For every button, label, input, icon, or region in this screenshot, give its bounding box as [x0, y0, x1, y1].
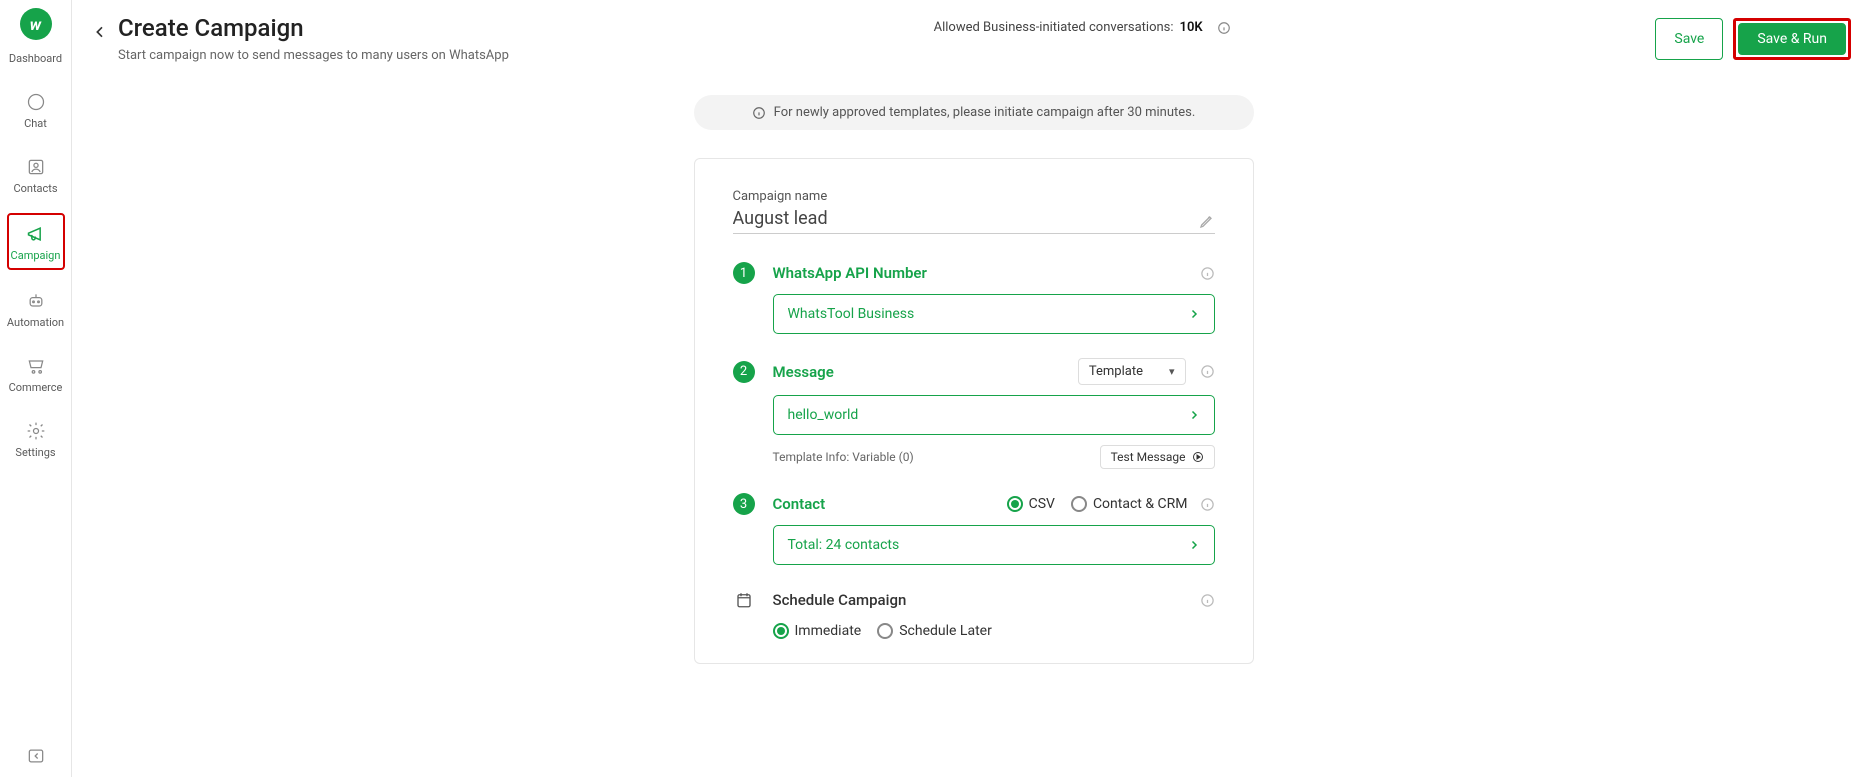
step-number-1: 1	[733, 262, 755, 284]
sidebar-item-settings[interactable]: Settings	[7, 412, 65, 465]
collapse-icon	[25, 745, 47, 767]
contact-source-crm-radio[interactable]: Contact & CRM	[1071, 496, 1188, 512]
sidebar-item-chat[interactable]: Chat	[7, 83, 65, 136]
template-info-text: Template Info: Variable (0)	[773, 450, 914, 464]
chat-icon	[25, 91, 47, 113]
sidebar-item-campaign[interactable]: Campaign	[7, 213, 65, 270]
sidebar-item-dashboard[interactable]: Dashboard	[7, 44, 65, 71]
page-subtitle: Start campaign now to send messages to m…	[118, 48, 509, 63]
info-icon[interactable]	[1200, 266, 1215, 281]
sidebar-item-contacts[interactable]: Contacts	[7, 148, 65, 201]
info-icon[interactable]	[1200, 497, 1215, 512]
contacts-icon	[25, 156, 47, 178]
sidebar-item-automation[interactable]: Automation	[7, 282, 65, 335]
save-run-highlight: Save & Run	[1733, 18, 1851, 60]
campaign-name-input[interactable]	[733, 204, 1199, 229]
back-button[interactable]	[86, 18, 114, 46]
step-number-3: 3	[733, 493, 755, 515]
save-button[interactable]: Save	[1655, 18, 1723, 60]
pencil-icon[interactable]	[1199, 213, 1215, 229]
sidebar-item-label: Chat	[24, 117, 47, 130]
contact-source-csv-radio[interactable]: CSV	[1007, 496, 1055, 512]
step-number-2: 2	[733, 361, 755, 383]
calendar-icon	[733, 589, 755, 611]
info-icon[interactable]	[1217, 21, 1231, 35]
info-icon	[752, 106, 766, 120]
app-logo: w	[20, 8, 52, 40]
info-banner: For newly approved templates, please ini…	[694, 95, 1254, 130]
sidebar-item-collapse[interactable]	[7, 737, 65, 777]
megaphone-icon	[25, 223, 47, 245]
chevron-right-icon	[1188, 539, 1200, 551]
schedule-immediate-radio[interactable]: Immediate	[773, 623, 862, 639]
info-icon[interactable]	[1200, 593, 1215, 608]
schedule-later-radio[interactable]: Schedule Later	[877, 623, 992, 639]
allowed-conversations-text: Allowed Business-initiated conversations…	[934, 20, 1231, 35]
save-run-button[interactable]: Save & Run	[1738, 23, 1846, 55]
cart-icon	[25, 355, 47, 377]
chevron-down-icon: ▾	[1169, 365, 1175, 378]
chevron-right-icon	[1188, 409, 1200, 421]
gear-icon	[25, 420, 47, 442]
template-select[interactable]: hello_world	[773, 395, 1215, 435]
page-title: Create Campaign	[118, 14, 509, 42]
sidebar-item-label: Commerce	[9, 381, 63, 394]
test-message-button[interactable]: Test Message	[1100, 445, 1215, 469]
robot-icon	[25, 290, 47, 312]
topbar: Create Campaign Start campaign now to se…	[72, 0, 1875, 63]
info-icon[interactable]	[1200, 364, 1215, 379]
play-icon	[1192, 451, 1204, 463]
step-2-title: Message	[773, 363, 1078, 381]
campaign-form-card: Campaign name 1 WhatsApp API Number	[694, 158, 1254, 664]
sidebar-item-label: Automation	[7, 316, 64, 329]
campaign-name-label: Campaign name	[733, 189, 1215, 204]
step-1-title: WhatsApp API Number	[773, 264, 1192, 282]
sidebar-item-label: Campaign	[11, 249, 61, 262]
chevron-right-icon	[1188, 308, 1200, 320]
whatsapp-number-select[interactable]: WhatsTool Business	[773, 294, 1215, 334]
sidebar-item-label: Dashboard	[9, 52, 62, 65]
contacts-select[interactable]: Total: 24 contacts	[773, 525, 1215, 565]
message-type-dropdown[interactable]: Template ▾	[1078, 358, 1186, 385]
schedule-title: Schedule Campaign	[773, 591, 1192, 609]
sidebar-item-label: Settings	[15, 446, 55, 459]
sidebar-item-label: Contacts	[13, 182, 57, 195]
sidebar: w Dashboard Chat Contacts Campaign	[0, 0, 72, 777]
sidebar-item-commerce[interactable]: Commerce	[7, 347, 65, 400]
step-3-title: Contact	[773, 495, 1007, 513]
